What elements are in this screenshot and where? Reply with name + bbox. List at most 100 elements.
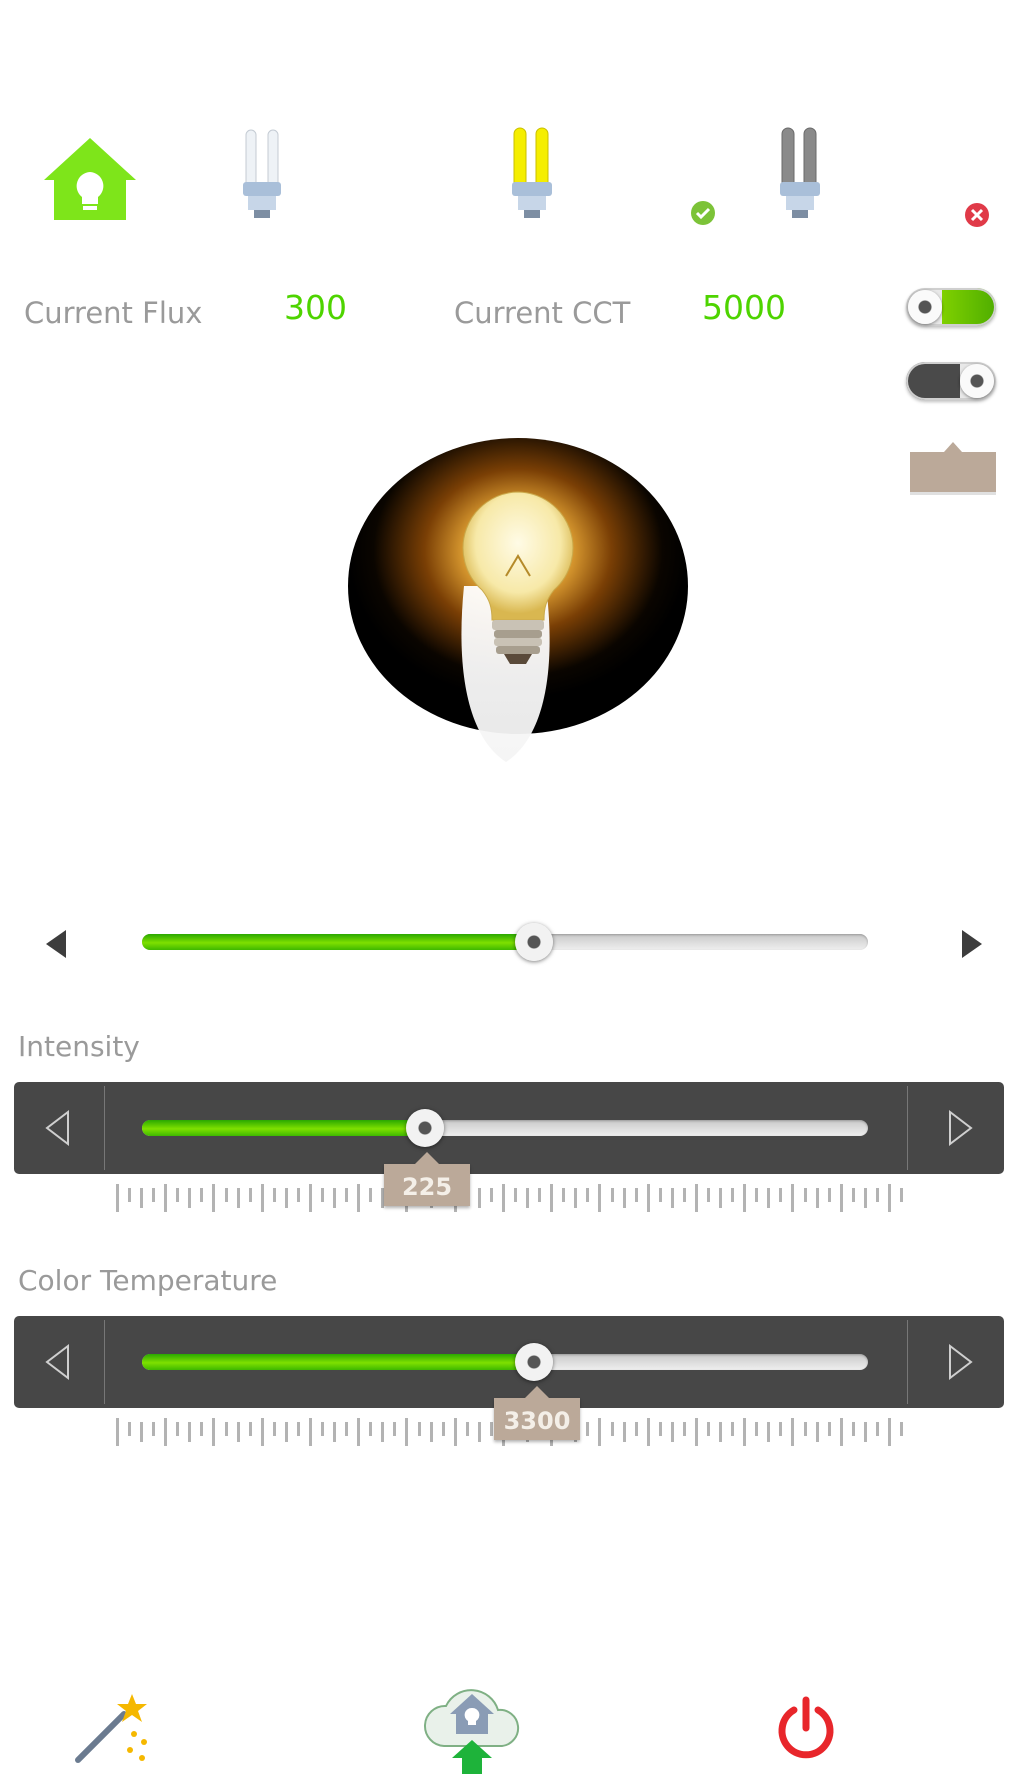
brightness-next-icon[interactable]: [960, 928, 984, 960]
tab-handle[interactable]: [910, 440, 996, 496]
ruler-tick: [321, 1422, 325, 1436]
cct-increase-icon[interactable]: [946, 1343, 974, 1384]
ruler-tick: [176, 1422, 180, 1436]
ruler-tick: [405, 1418, 409, 1446]
ruler-tick: [646, 1418, 650, 1446]
ruler-tick: [803, 1188, 807, 1202]
cfl-bulb-gray-icon[interactable]: [778, 124, 824, 222]
ruler-tick: [694, 1418, 698, 1446]
check-icon: [690, 200, 716, 226]
cloud-home-upload-icon[interactable]: [420, 1676, 524, 1774]
ruler-tick: [767, 1188, 771, 1208]
ruler-tick: [188, 1422, 192, 1442]
ruler-tick: [514, 1188, 518, 1202]
intensity-slider-panel: [14, 1082, 1004, 1174]
intensity-ruler: [116, 1184, 903, 1214]
ruler-tick: [779, 1188, 783, 1202]
power-toggle-off[interactable]: [906, 362, 996, 400]
ruler-tick: [719, 1188, 723, 1208]
ruler-tick: [863, 1422, 867, 1442]
ruler-tick: [357, 1418, 361, 1446]
ruler-tick: [260, 1418, 264, 1446]
ruler-tick: [369, 1422, 373, 1436]
ruler-tick: [212, 1418, 216, 1446]
ruler-tick: [441, 1422, 445, 1436]
ruler-tick: [429, 1422, 433, 1442]
ruler-tick: [357, 1184, 361, 1212]
brightness-track[interactable]: [142, 923, 868, 961]
ruler-tick: [164, 1184, 168, 1212]
ruler-tick: [719, 1422, 723, 1442]
ruler-tick: [200, 1188, 204, 1202]
ruler-tick: [731, 1188, 735, 1202]
power-icon[interactable]: [776, 1696, 836, 1760]
ruler-tick: [791, 1418, 795, 1446]
ruler-tick: [188, 1188, 192, 1208]
ruler-tick: [887, 1184, 891, 1212]
home-lamp-icon[interactable]: [42, 136, 138, 222]
brightness-thumb[interactable]: [515, 923, 553, 961]
power-toggle-on[interactable]: [906, 288, 996, 326]
ruler-tick: [296, 1422, 300, 1436]
ruler-tick: [767, 1422, 771, 1442]
ruler-tick: [489, 1188, 493, 1202]
ruler-tick: [562, 1188, 566, 1202]
intensity-fill: [142, 1120, 425, 1136]
cct-decrease-icon[interactable]: [44, 1343, 72, 1384]
ruler-tick: [839, 1418, 843, 1446]
ruler-tick: [707, 1188, 710, 1202]
ruler-tick: [670, 1422, 674, 1442]
ruler-tick: [152, 1188, 156, 1202]
ruler-tick: [743, 1184, 747, 1212]
ruler-tick: [682, 1188, 686, 1202]
ruler-tick: [224, 1188, 228, 1202]
ruler-tick: [369, 1188, 373, 1202]
magic-wand-icon[interactable]: [72, 1690, 156, 1766]
ruler-tick: [550, 1184, 554, 1212]
cct-track[interactable]: [142, 1343, 868, 1381]
ruler-tick: [465, 1422, 469, 1436]
cfl-bulb-white-icon[interactable]: [240, 126, 286, 222]
ruler-tick: [598, 1184, 602, 1212]
ruler-tick: [140, 1422, 144, 1442]
ruler-tick: [333, 1188, 337, 1208]
ruler-tick: [308, 1184, 312, 1212]
toggle-knob: [960, 364, 994, 398]
ruler-tick: [212, 1184, 216, 1212]
color-temperature-label: Color Temperature: [18, 1264, 278, 1297]
ruler-tick: [284, 1422, 288, 1442]
ruler-tick: [610, 1188, 614, 1202]
ruler-tick: [670, 1188, 674, 1208]
ruler-tick: [272, 1188, 276, 1202]
ruler-tick: [839, 1184, 843, 1212]
ruler-tick: [538, 1188, 542, 1202]
ruler-tick: [224, 1422, 228, 1436]
brightness-fill: [142, 934, 534, 950]
ruler-tick: [791, 1184, 795, 1212]
ruler-tick: [827, 1188, 831, 1202]
ruler-tick: [875, 1188, 879, 1202]
cfl-bulb-yellow-icon[interactable]: [510, 124, 556, 222]
ruler-tick: [658, 1188, 662, 1202]
ruler-tick: [477, 1188, 481, 1208]
intensity-decrease-icon[interactable]: [44, 1109, 72, 1150]
ruler-tick: [489, 1422, 493, 1436]
cct-thumb[interactable]: [515, 1343, 553, 1381]
intensity-track[interactable]: [142, 1109, 868, 1147]
ruler-tick: [345, 1422, 349, 1436]
ruler-tick: [634, 1188, 638, 1202]
intensity-increase-icon[interactable]: [946, 1109, 974, 1150]
ruler-tick: [827, 1422, 831, 1436]
brightness-prev-icon[interactable]: [44, 928, 68, 960]
ruler-tick: [453, 1418, 457, 1446]
lamp-illustration: [346, 436, 690, 766]
intensity-thumb[interactable]: [406, 1109, 444, 1147]
ruler-tick: [248, 1188, 252, 1202]
ruler-tick: [236, 1188, 240, 1208]
ruler-tick: [598, 1418, 602, 1446]
close-icon[interactable]: [964, 202, 990, 228]
current-cct-value: 5000: [702, 288, 786, 327]
ruler-tick: [658, 1422, 662, 1436]
ruler-tick: [755, 1188, 759, 1202]
ruler-tick: [116, 1418, 119, 1446]
